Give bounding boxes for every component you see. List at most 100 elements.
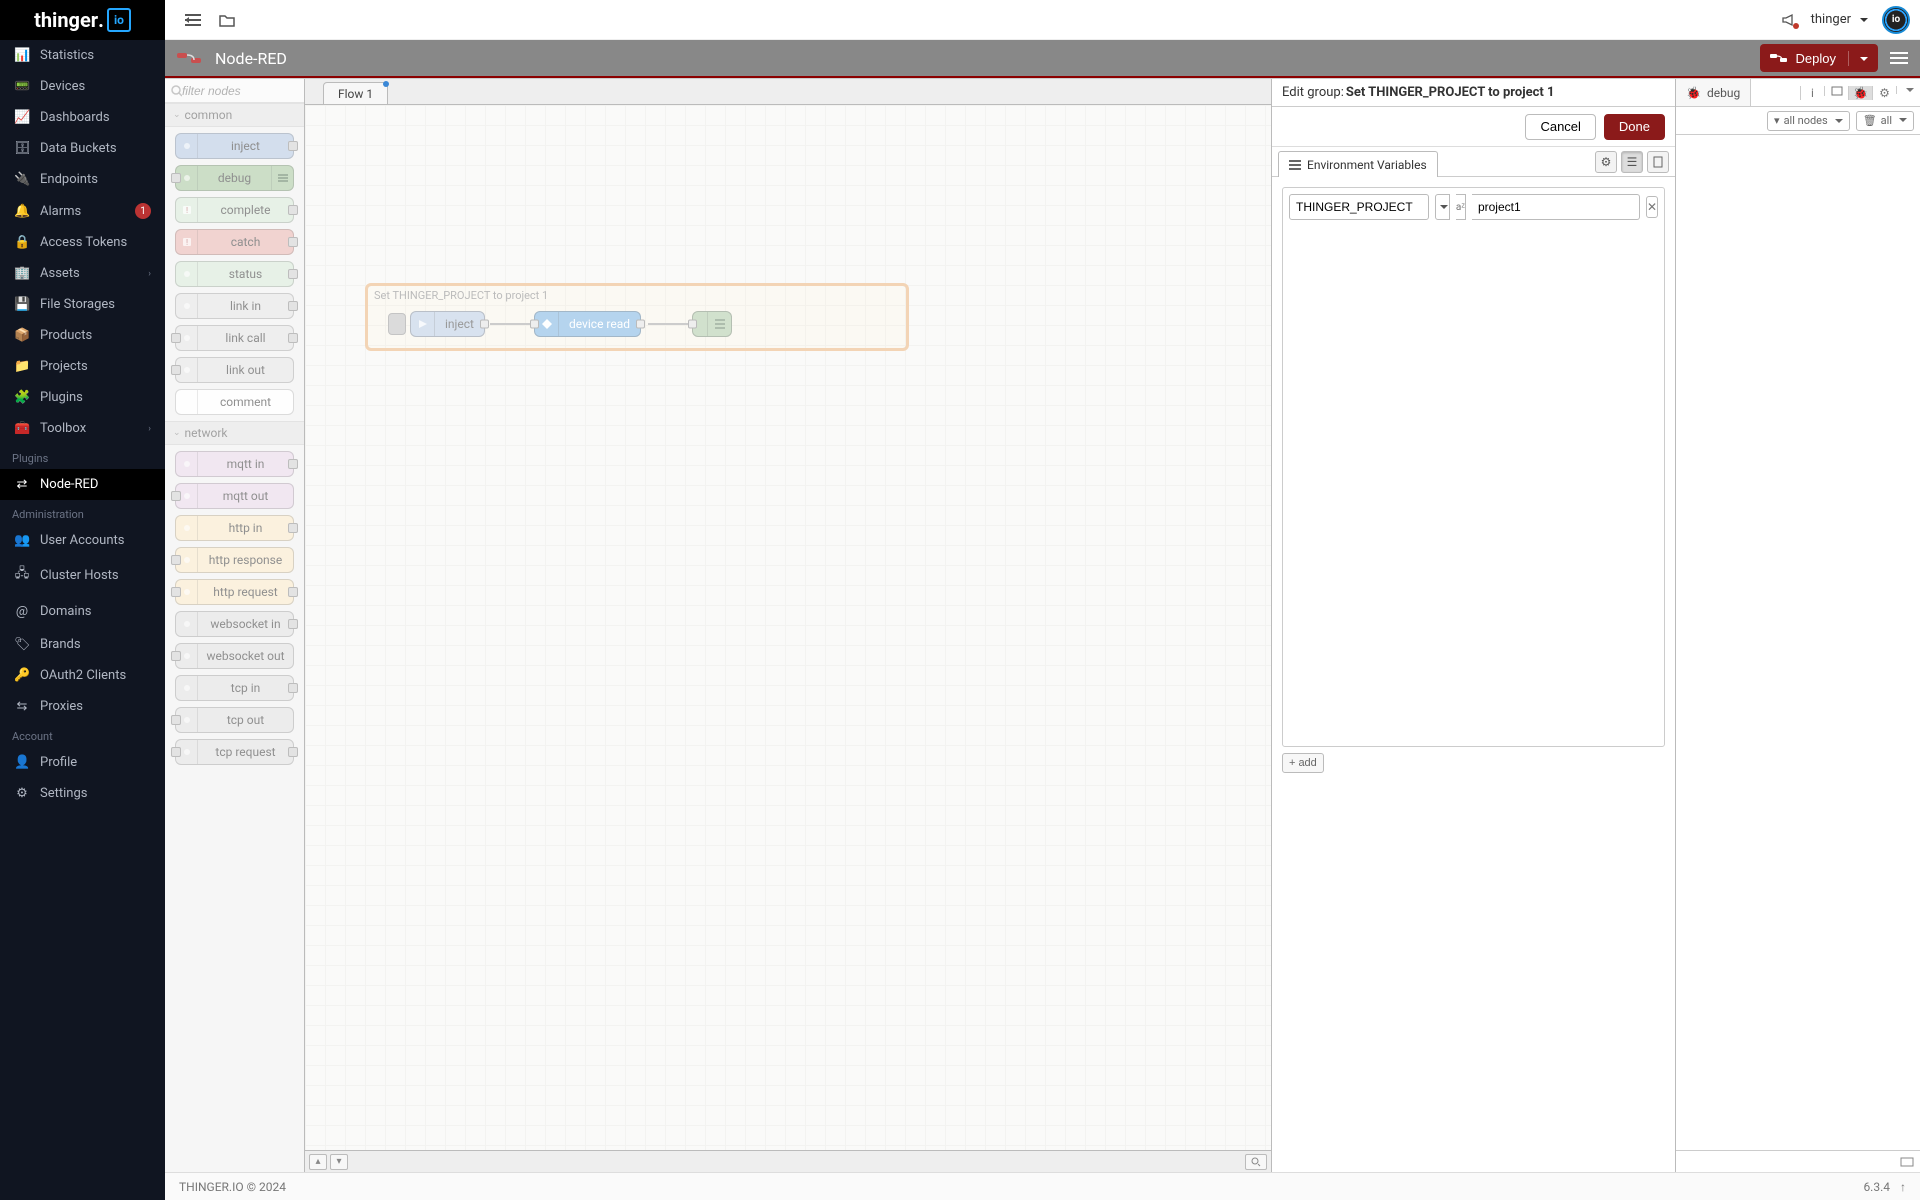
announcements-icon[interactable] <box>1781 12 1797 27</box>
menu-icon[interactable] <box>1890 51 1908 66</box>
inject-trigger-button[interactable] <box>388 313 406 335</box>
sidebar-item-assets[interactable]: 🏢Assets› <box>0 258 165 289</box>
node-palette: ⌄common inject debug !complete !catch status l… <box>165 79 305 1172</box>
palette-node-status[interactable]: status <box>175 261 294 287</box>
zoom-search-icon[interactable] <box>1245 1154 1267 1170</box>
folder-icon[interactable] <box>219 12 235 27</box>
palette-node-http-response[interactable]: http response <box>175 547 294 573</box>
info-icon[interactable]: i <box>1800 86 1824 100</box>
sidebar-item-settings[interactable]: ⚙Settings <box>0 778 165 809</box>
palette-node-mqtt-in[interactable]: mqtt in <box>175 451 294 477</box>
env-value-input[interactable] <box>1472 194 1640 220</box>
palette-node-tcp-out[interactable]: tcp out <box>175 707 294 733</box>
delete-row-button[interactable]: ✕ <box>1646 196 1658 218</box>
sidebar-item-label: Products <box>40 328 92 343</box>
palette-node-websocket-in[interactable]: websocket in <box>175 611 294 637</box>
nav-down-icon[interactable]: ▾ <box>330 1154 348 1170</box>
user-menu[interactable]: thinger <box>1811 12 1868 27</box>
expand-panel-icon[interactable] <box>1900 1154 1914 1169</box>
sidebar-item-icon: 🏷 <box>14 637 30 652</box>
palette-search[interactable] <box>165 79 304 103</box>
sidebar-item-products[interactable]: 📦Products <box>0 320 165 351</box>
sidebar-item-toolbox[interactable]: 🧰Toolbox› <box>0 413 165 444</box>
node-group[interactable]: Set THINGER_PROJECT to project 1 inject <box>367 285 907 349</box>
device-read-node[interactable]: device read <box>534 311 641 337</box>
sidebar-item-proxies[interactable]: ⇆Proxies <box>0 691 165 722</box>
palette-node-debug[interactable]: debug <box>175 165 294 191</box>
sidebar-item-icon: 📈 <box>14 110 30 125</box>
debug-node[interactable] <box>692 311 732 337</box>
sidebar-item-label: Projects <box>40 359 88 374</box>
sidebar-item-label: Brands <box>40 637 81 652</box>
palette-node-websocket-out[interactable]: websocket out <box>175 643 294 669</box>
sidebar-item-domains[interactable]: ＠Domains <box>0 594 165 629</box>
sidebar-item-user-accounts[interactable]: 👥User Accounts <box>0 525 165 556</box>
sidebar-item-node-red[interactable]: ⇄Node-RED <box>0 469 165 500</box>
env-vars-tab[interactable]: Environment Variables <box>1278 151 1438 177</box>
env-type-dropdown[interactable] <box>1435 194 1450 220</box>
sidebar-item-access-tokens[interactable]: 🔒Access Tokens <box>0 227 165 258</box>
deploy-dropdown-icon[interactable] <box>1848 51 1868 66</box>
palette-node-tcp-in[interactable]: tcp in <box>175 675 294 701</box>
sidebar-item-plugins[interactable]: 🧩Plugins <box>0 382 165 413</box>
debug-clear-button[interactable]: 🗑 all <box>1856 111 1914 131</box>
palette-node-catch[interactable]: !catch <box>175 229 294 255</box>
palette-category[interactable]: ⌄common <box>165 103 304 127</box>
palette-node-comment[interactable]: comment <box>175 389 294 415</box>
sidebar-item-dashboards[interactable]: 📈Dashboards <box>0 102 165 133</box>
sidebar-item-icon: ⇄ <box>14 477 30 492</box>
sidebar-item-alarms[interactable]: 🔔Alarms1 <box>0 195 165 227</box>
sidebar-item-endpoints[interactable]: 🔌Endpoints <box>0 164 165 195</box>
json-view-icon[interactable] <box>1647 151 1669 173</box>
palette-node-mqtt-out[interactable]: mqtt out <box>175 483 294 509</box>
sidebar-item-devices[interactable]: 📟Devices <box>0 71 165 102</box>
config-icon[interactable]: ⚙ <box>1872 86 1896 100</box>
debug-filter-dropdown[interactable]: ▾ all nodes <box>1767 111 1850 131</box>
palette-node-complete[interactable]: !complete <box>175 197 294 223</box>
chevron-right-icon: › <box>148 424 151 434</box>
sidebar-item-profile[interactable]: 👤Profile <box>0 747 165 778</box>
sidebar-item-label: Settings <box>40 786 87 801</box>
palette-node-link-in[interactable]: link in <box>175 293 294 319</box>
help-icon[interactable] <box>1824 86 1848 96</box>
list-icon <box>1289 160 1301 170</box>
nav-up-icon[interactable]: ▴ <box>309 1154 327 1170</box>
flow-canvas[interactable]: Set THINGER_PROJECT to project 1 inject <box>305 105 1271 1150</box>
sidebar-item-projects[interactable]: 📁Projects <box>0 351 165 382</box>
settings-icon[interactable]: ⚙ <box>1595 151 1617 173</box>
collapse-sidebar-icon[interactable] <box>185 12 201 27</box>
palette-node-http-request[interactable]: http request <box>175 579 294 605</box>
scroll-top-icon[interactable]: ↑ <box>1900 1180 1906 1194</box>
debug-icon[interactable]: 🐞 <box>1848 86 1872 100</box>
sidebar-menu-icon[interactable] <box>1896 86 1920 94</box>
add-env-button[interactable]: + add <box>1282 753 1324 773</box>
palette-node-tcp-request[interactable]: tcp request <box>175 739 294 765</box>
deploy-button[interactable]: Deploy <box>1760 44 1878 72</box>
sidebar-item-brands[interactable]: 🏷 Brands <box>0 629 165 660</box>
env-name-input[interactable] <box>1289 194 1429 220</box>
palette-node-inject[interactable]: inject <box>175 133 294 159</box>
list-view-icon[interactable]: ☰ <box>1621 151 1643 173</box>
palette-node-link-out[interactable]: link out <box>175 357 294 383</box>
flow-tab[interactable]: Flow 1 <box>323 82 388 104</box>
palette-node-link-call[interactable]: link call <box>175 325 294 351</box>
debug-tab[interactable]: 🐞 debug <box>1676 79 1751 106</box>
brand-logo: thinger. io <box>0 0 165 40</box>
palette-category[interactable]: ⌄network <box>165 421 304 445</box>
cancel-button[interactable]: Cancel <box>1525 114 1595 140</box>
sidebar-item-icon: ⇆ <box>14 699 30 714</box>
sidebar-item-statistics[interactable]: 📊Statistics <box>0 40 165 71</box>
palette-node-icon <box>176 390 198 414</box>
sidebar-item-oauth2-clients[interactable]: 🔑OAuth2 Clients <box>0 660 165 691</box>
palette-node-tail-icon <box>271 166 293 190</box>
avatar[interactable]: io <box>1882 6 1910 34</box>
deploy-icon <box>1770 52 1788 64</box>
inject-node[interactable]: inject <box>410 311 485 337</box>
sidebar-item-file-storages[interactable]: 💾File Storages <box>0 289 165 320</box>
palette-node-http-in[interactable]: http in <box>175 515 294 541</box>
sidebar-item-data-buckets[interactable]: 🗄Data Buckets <box>0 133 165 164</box>
sidebar-item-icon: 🗄 <box>14 141 30 156</box>
palette-search-input[interactable] <box>182 84 298 98</box>
done-button[interactable]: Done <box>1604 114 1665 140</box>
sidebar-item-cluster-hosts[interactable]: 🖧Cluster Hosts <box>0 556 165 594</box>
